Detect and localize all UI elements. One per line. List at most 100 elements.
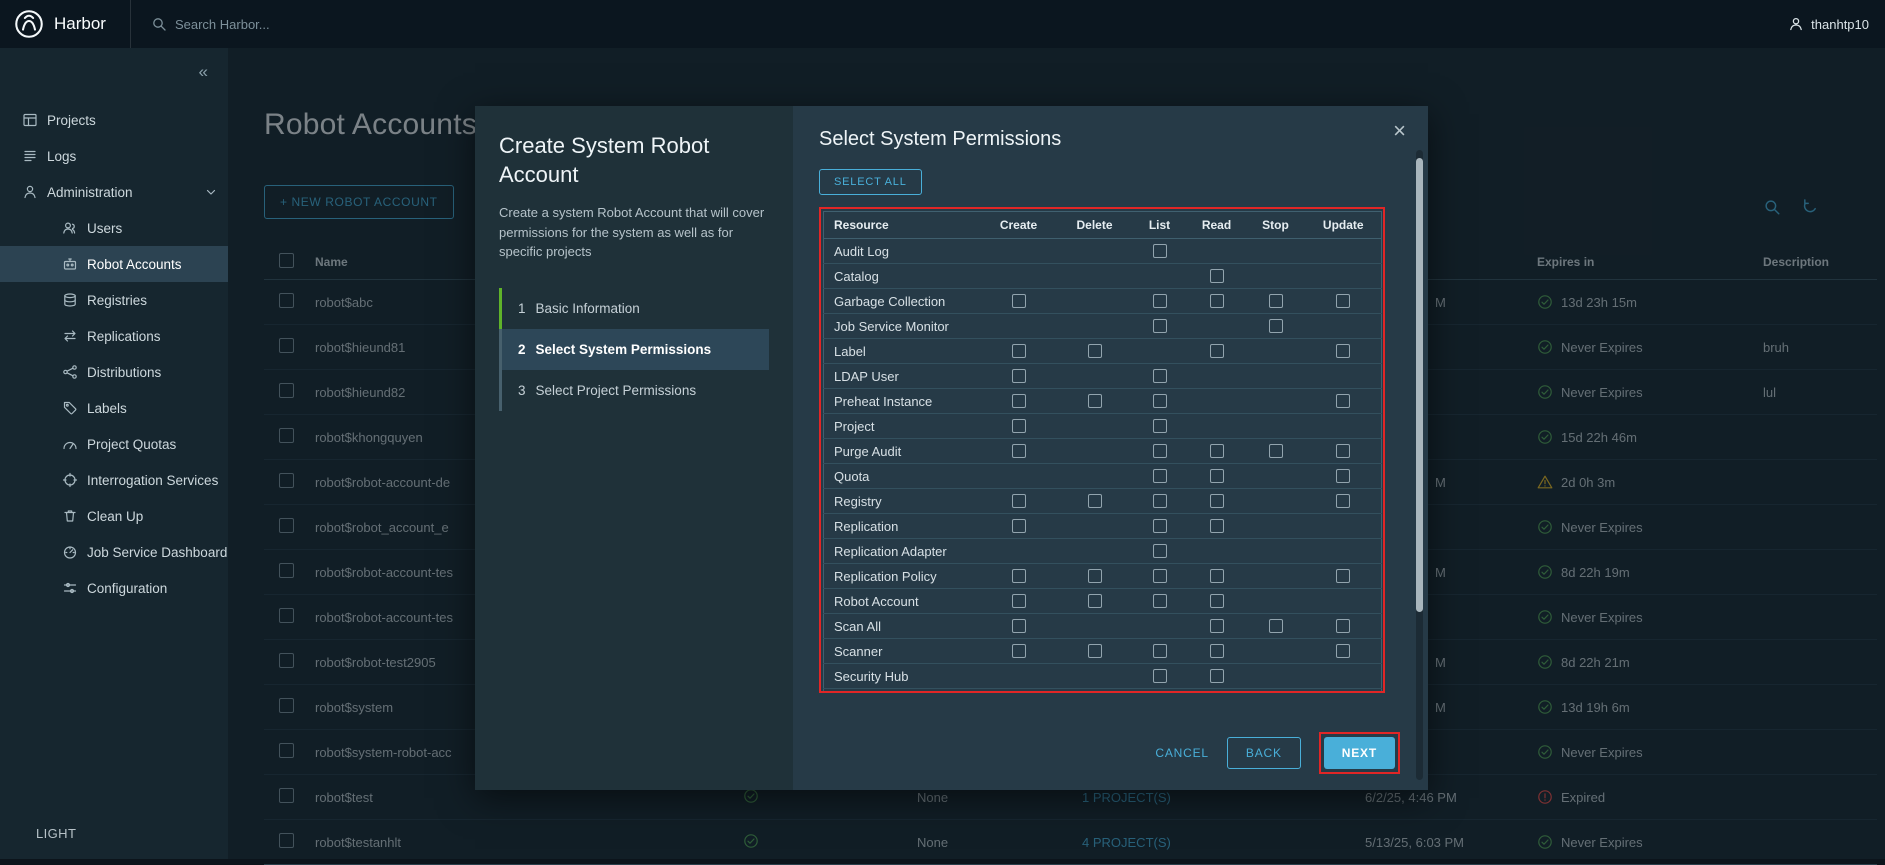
permission-checkbox[interactable] <box>1336 469 1350 483</box>
permission-checkbox[interactable] <box>1153 594 1167 608</box>
sidebar-item-logs[interactable]: Logs <box>0 138 228 174</box>
sidebar-item-replications[interactable]: Replications <box>0 318 228 354</box>
permission-checkbox[interactable] <box>1210 469 1224 483</box>
sidebar-item-users[interactable]: Users <box>0 210 228 246</box>
permission-checkbox[interactable] <box>1210 569 1224 583</box>
permission-checkbox[interactable] <box>1153 394 1167 408</box>
permission-checkbox[interactable] <box>1012 294 1026 308</box>
permission-checkbox[interactable] <box>1336 344 1350 358</box>
brand[interactable]: Harbor <box>0 0 130 48</box>
permission-checkbox[interactable] <box>1153 369 1167 383</box>
permission-checkbox[interactable] <box>1210 269 1224 283</box>
permission-resource: System Volumes <box>824 689 980 694</box>
collapse-sidebar-icon[interactable]: « <box>199 62 208 82</box>
permission-checkbox[interactable] <box>1153 669 1167 683</box>
permission-checkbox[interactable] <box>1336 644 1350 658</box>
permission-checkbox[interactable] <box>1336 569 1350 583</box>
close-icon[interactable]: × <box>1393 120 1406 142</box>
permission-checkbox[interactable] <box>1210 669 1224 683</box>
permission-cell-create <box>980 664 1058 689</box>
permission-checkbox[interactable] <box>1269 319 1283 333</box>
sidebar-collapse-row: « <box>0 48 228 102</box>
permission-checkbox[interactable] <box>1336 394 1350 408</box>
permission-checkbox[interactable] <box>1153 544 1167 558</box>
permission-checkbox[interactable] <box>1088 394 1102 408</box>
permission-cell-update <box>1306 664 1382 689</box>
sidebar-item-job-service-dashboard[interactable]: Job Service Dashboard <box>0 534 228 570</box>
permission-checkbox[interactable] <box>1336 444 1350 458</box>
theme-toggle[interactable]: LIGHT <box>36 826 76 841</box>
permission-row: Scanner <box>824 639 1382 664</box>
sidebar-item-project-quotas[interactable]: Project Quotas <box>0 426 228 462</box>
modal-scrollbar[interactable] <box>1416 150 1423 780</box>
permission-checkbox[interactable] <box>1210 494 1224 508</box>
permission-checkbox[interactable] <box>1210 519 1224 533</box>
permission-checkbox[interactable] <box>1210 644 1224 658</box>
permission-checkbox[interactable] <box>1269 294 1283 308</box>
global-search-input[interactable] <box>175 17 515 32</box>
permission-checkbox[interactable] <box>1153 569 1167 583</box>
permission-checkbox[interactable] <box>1088 644 1102 658</box>
permission-checkbox[interactable] <box>1012 369 1026 383</box>
permission-checkbox[interactable] <box>1153 494 1167 508</box>
permission-checkbox[interactable] <box>1336 294 1350 308</box>
sidebar-item-clean-up[interactable]: Clean Up <box>0 498 228 534</box>
permission-checkbox[interactable] <box>1153 519 1167 533</box>
permission-cell-create <box>980 464 1058 489</box>
permission-checkbox[interactable] <box>1210 444 1224 458</box>
permission-checkbox[interactable] <box>1012 419 1026 433</box>
select-all-button[interactable]: SELECT ALL <box>819 169 922 195</box>
sidebar-item-label: Logs <box>47 149 76 164</box>
back-button[interactable]: BACK <box>1227 737 1301 769</box>
sidebar-item-label: Job Service Dashboard <box>87 545 227 560</box>
wizard-step-2[interactable]: 2Select System Permissions <box>499 329 769 370</box>
permission-checkbox[interactable] <box>1012 644 1026 658</box>
permission-checkbox[interactable] <box>1153 419 1167 433</box>
sidebar-item-administration[interactable]: Administration <box>0 174 228 210</box>
permission-checkbox[interactable] <box>1153 244 1167 258</box>
scrollbar-thumb[interactable] <box>1416 158 1423 612</box>
permission-checkbox[interactable] <box>1088 569 1102 583</box>
sidebar-item-distributions[interactable]: Distributions <box>0 354 228 390</box>
sidebar-item-robot-accounts[interactable]: Robot Accounts <box>0 246 228 282</box>
permission-checkbox[interactable] <box>1153 294 1167 308</box>
permission-checkbox[interactable] <box>1153 319 1167 333</box>
permission-checkbox[interactable] <box>1012 444 1026 458</box>
sidebar-item-configuration[interactable]: Configuration <box>0 570 228 606</box>
next-button[interactable]: NEXT <box>1324 737 1395 769</box>
sidebar-item-projects[interactable]: Projects <box>0 102 228 138</box>
permission-checkbox[interactable] <box>1012 619 1026 633</box>
permission-cell-update <box>1306 339 1382 364</box>
wizard-step-1[interactable]: 1Basic Information <box>499 288 769 329</box>
permission-checkbox[interactable] <box>1088 594 1102 608</box>
permission-checkbox[interactable] <box>1336 619 1350 633</box>
permission-checkbox[interactable] <box>1153 444 1167 458</box>
wizard-step-3[interactable]: 3Select Project Permissions <box>499 370 769 411</box>
permission-checkbox[interactable] <box>1012 494 1026 508</box>
sidebar-item-registries[interactable]: Registries <box>0 282 228 318</box>
permission-checkbox[interactable] <box>1088 494 1102 508</box>
permission-cell-read <box>1188 464 1246 489</box>
permission-checkbox[interactable] <box>1012 394 1026 408</box>
permission-row: Garbage Collection <box>824 289 1382 314</box>
sidebar-item-interrogation-services[interactable]: Interrogation Services <box>0 462 228 498</box>
permission-checkbox[interactable] <box>1269 619 1283 633</box>
sidebar-item-labels[interactable]: Labels <box>0 390 228 426</box>
permission-checkbox[interactable] <box>1336 494 1350 508</box>
permission-checkbox[interactable] <box>1210 619 1224 633</box>
permission-cell-delete <box>1058 314 1132 339</box>
user-menu[interactable]: thanhtp10 <box>1788 16 1885 32</box>
permission-checkbox[interactable] <box>1269 444 1283 458</box>
permission-checkbox[interactable] <box>1088 344 1102 358</box>
cancel-button[interactable]: CANCEL <box>1155 746 1208 760</box>
permission-checkbox[interactable] <box>1012 594 1026 608</box>
replication-icon <box>62 328 78 344</box>
permission-checkbox[interactable] <box>1210 594 1224 608</box>
permission-checkbox[interactable] <box>1153 644 1167 658</box>
permission-checkbox[interactable] <box>1210 294 1224 308</box>
permission-checkbox[interactable] <box>1153 469 1167 483</box>
permission-checkbox[interactable] <box>1210 344 1224 358</box>
permission-checkbox[interactable] <box>1012 519 1026 533</box>
permission-checkbox[interactable] <box>1012 344 1026 358</box>
permission-checkbox[interactable] <box>1012 569 1026 583</box>
